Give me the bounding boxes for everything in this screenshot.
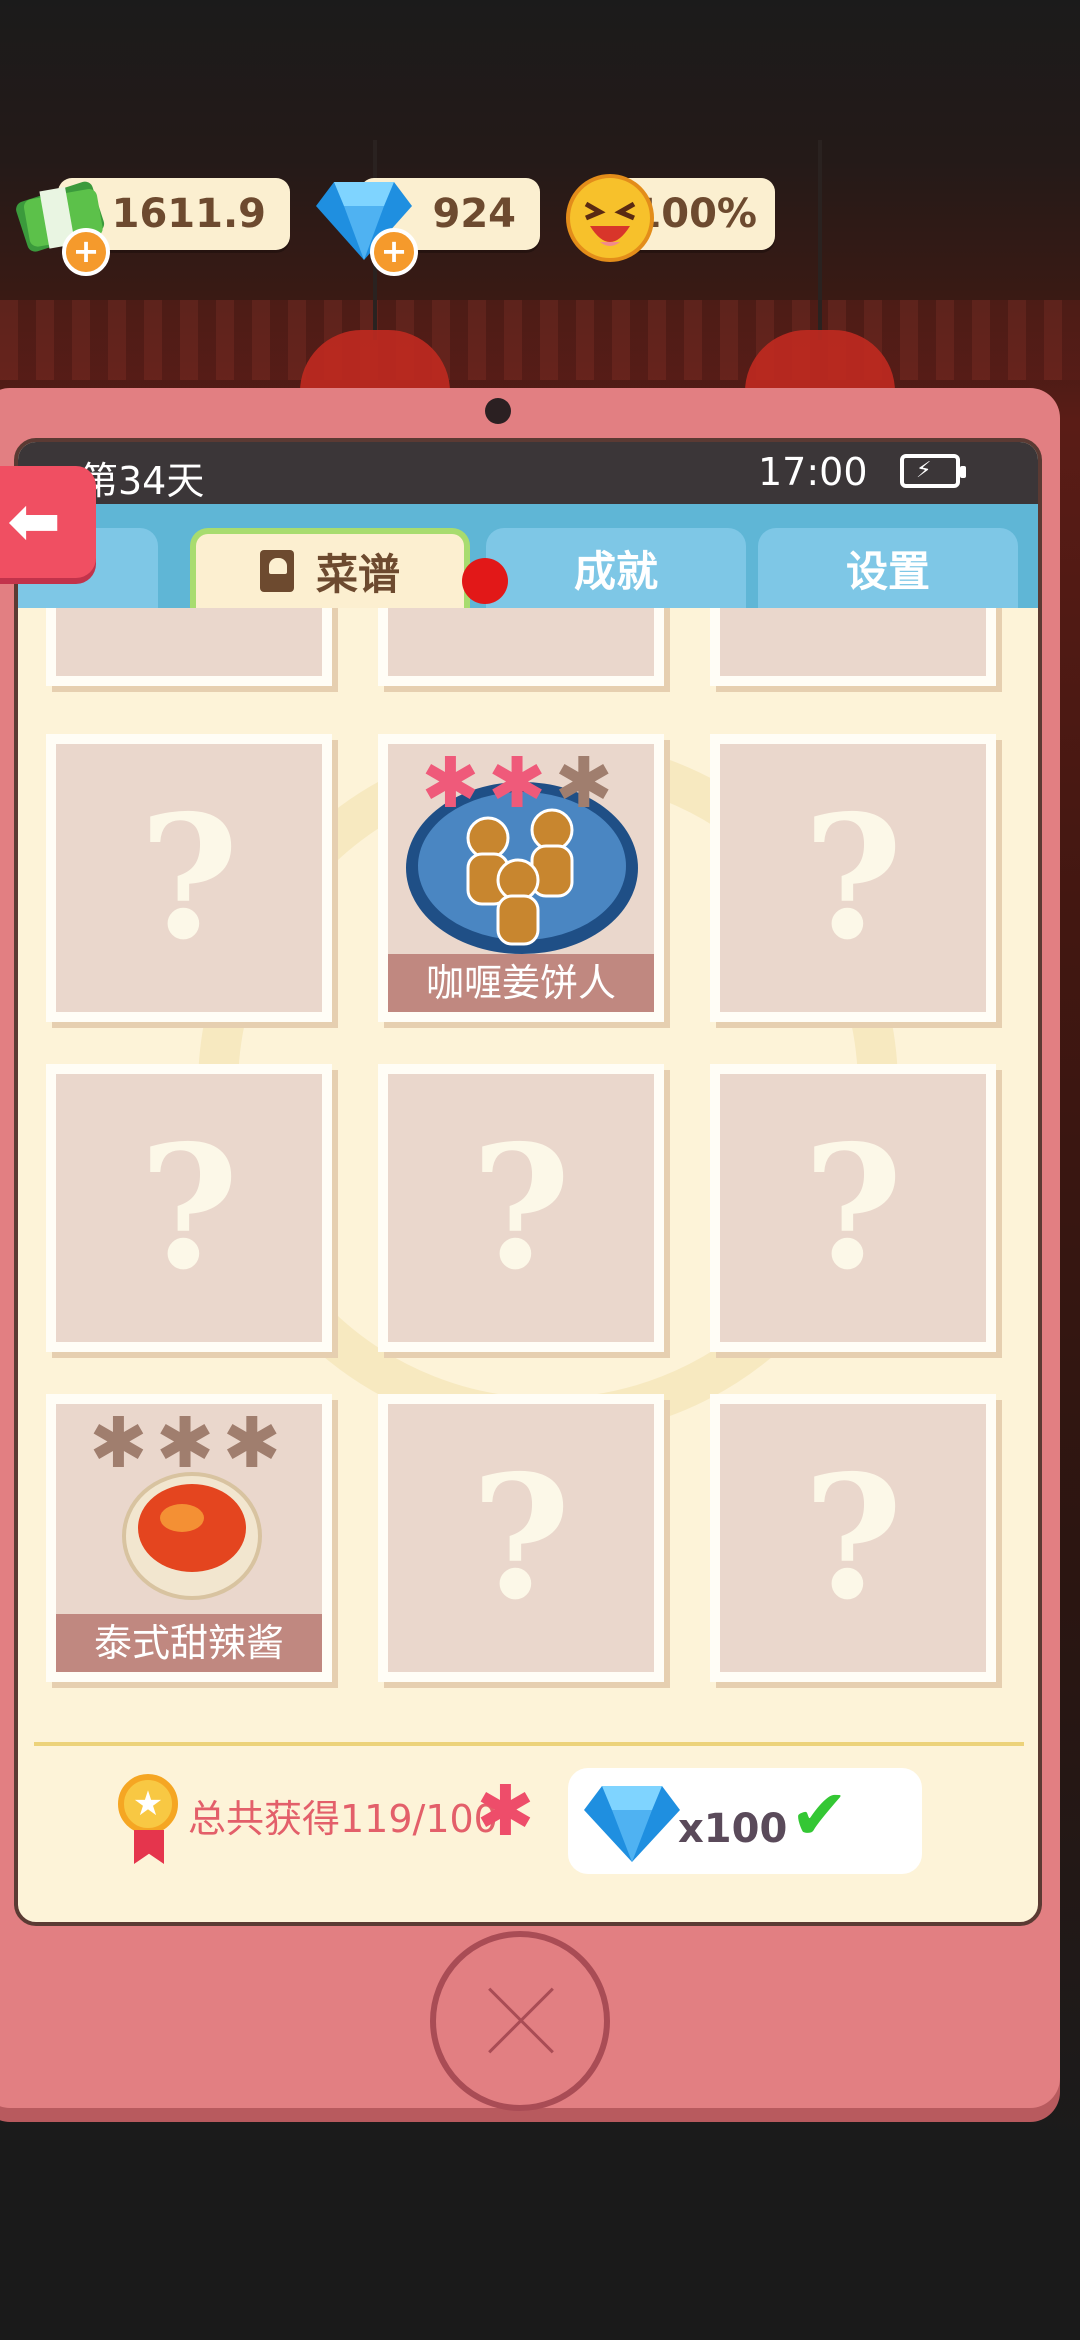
phone-screen: 第34天 17:00 ⚡ 菜谱 成就 设置 ? ✱✱✱ 咖喱姜饼人 ? ? ? … xyxy=(14,438,1042,1926)
clock-label: 17:00 xyxy=(758,450,868,494)
medal-icon: ★ xyxy=(118,1774,178,1834)
recipe-slot-curry-gingerbread[interactable]: ✱✱✱ 咖喱姜饼人 xyxy=(378,734,664,1022)
unknown-icon: ? xyxy=(471,1108,571,1308)
star-filled-icon: ✱ xyxy=(487,742,555,824)
add-gems-icon[interactable]: + xyxy=(370,228,418,276)
recipe-slot-locked[interactable]: ? xyxy=(710,1394,996,1682)
status-bar: 第34天 17:00 ⚡ xyxy=(18,442,1038,504)
star-empty-icon: ✱ xyxy=(155,1402,223,1484)
unknown-icon: ? xyxy=(139,778,239,978)
recipe-book-icon xyxy=(259,550,294,592)
unknown-icon: ? xyxy=(803,1438,903,1638)
recipe-slot-thai-sweet-chili[interactable]: ✱✱✱ 泰式甜辣酱 xyxy=(46,1394,332,1682)
recipe-slot-locked[interactable] xyxy=(378,608,664,686)
recipe-slot-locked[interactable] xyxy=(710,608,996,686)
checkmark-icon: ✔ xyxy=(790,1774,849,1856)
tab-recipes[interactable]: 菜谱 xyxy=(190,528,470,608)
tab-bar: 菜谱 成就 设置 xyxy=(18,504,1038,608)
cash-value: 1611.9 xyxy=(111,191,266,237)
dish-name: 泰式甜辣酱 xyxy=(56,1614,322,1672)
recipe-slot-locked[interactable]: ? xyxy=(46,1064,332,1352)
recipe-slot-locked[interactable] xyxy=(46,608,332,686)
tab-achievements-label: 成就 xyxy=(573,546,658,596)
battery-icon: ⚡ xyxy=(900,454,966,488)
recipe-slot-locked[interactable]: ? xyxy=(46,734,332,1022)
star-empty-icon: ✱ xyxy=(89,1402,156,1484)
chili-sauce-dish-icon xyxy=(122,1472,262,1600)
reward-amount: x100 xyxy=(678,1806,788,1852)
recipe-grid[interactable]: ? ✱✱✱ 咖喱姜饼人 ? ? ? ? ✱✱✱ 泰式甜辣酱 ? ? xyxy=(18,608,1038,1698)
day-label: 第34天 xyxy=(80,459,205,503)
happy-face-icon xyxy=(564,172,656,264)
back-button[interactable]: ⬅ xyxy=(0,466,96,578)
star-filled-icon: ✱ xyxy=(421,742,488,824)
tab-settings-label: 设置 xyxy=(845,546,930,596)
gem-value: 924 xyxy=(432,191,517,237)
collection-reward-row: ★ 总共获得119/100 ✱ x100 ✔ xyxy=(18,1758,1038,1878)
recipe-slot-locked[interactable]: ? xyxy=(378,1064,664,1352)
tab-achievements[interactable]: 成就 xyxy=(486,528,746,608)
add-cash-icon[interactable]: + xyxy=(62,228,110,276)
background-wall xyxy=(0,300,1080,380)
phone-camera xyxy=(485,398,511,424)
phone-panel: 第34天 17:00 ⚡ 菜谱 成就 设置 ? ✱✱✱ 咖喱姜饼人 ? ? ? … xyxy=(0,388,1060,2111)
lantern-cord xyxy=(818,140,822,340)
claim-reward-button[interactable]: x100 ✔ xyxy=(568,1768,922,1874)
arrow-left-icon: ⬅ xyxy=(7,485,61,559)
total-collected-label: 总共获得119/100 xyxy=(188,1797,498,1841)
close-button[interactable] xyxy=(430,1931,610,2111)
medal-ribbon-icon xyxy=(134,1830,164,1864)
recipe-slot-locked[interactable]: ? xyxy=(710,1064,996,1352)
dish-name: 咖喱姜饼人 xyxy=(388,954,654,1012)
rating-stars: ✱✱✱ xyxy=(56,1408,322,1478)
star-empty-icon: ✱ xyxy=(222,1402,289,1484)
unknown-icon: ? xyxy=(471,1438,571,1638)
divider xyxy=(34,1742,1024,1746)
unknown-icon: ? xyxy=(139,1108,239,1308)
notification-dot xyxy=(462,558,508,604)
star-empty-icon: ✱ xyxy=(554,742,621,824)
star-flower-icon: ✱ xyxy=(476,1770,535,1852)
unknown-icon: ? xyxy=(803,778,903,978)
recipe-slot-locked[interactable]: ? xyxy=(378,1394,664,1682)
tab-recipes-label: 菜谱 xyxy=(315,549,400,599)
tab-settings[interactable]: 设置 xyxy=(758,528,1018,608)
rating-stars: ✱✱✱ xyxy=(388,748,654,818)
unknown-icon: ? xyxy=(803,1108,903,1308)
recipe-slot-locked[interactable]: ? xyxy=(710,734,996,1022)
diamond-icon xyxy=(584,1786,680,1862)
